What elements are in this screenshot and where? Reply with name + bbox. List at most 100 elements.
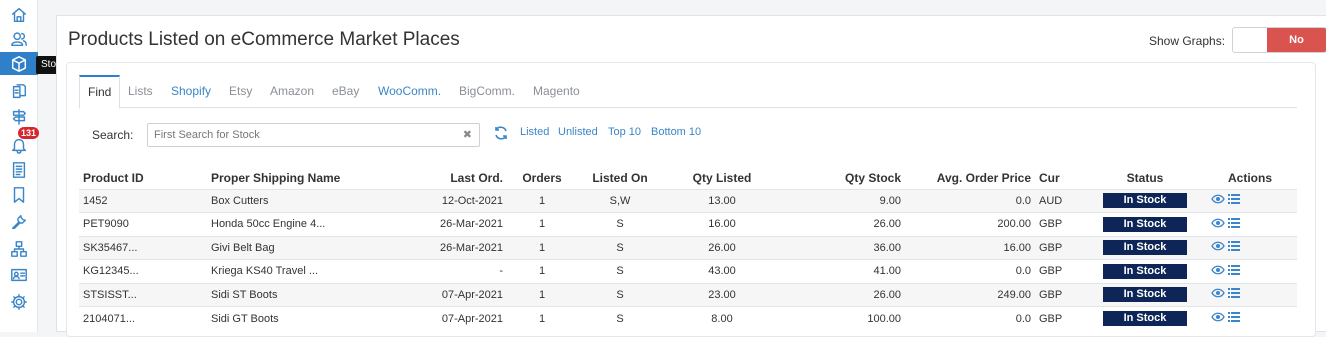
column-header[interactable]: Status (1087, 167, 1203, 189)
cell-actions (1203, 188, 1297, 213)
tab-ebay[interactable]: eBay (324, 75, 367, 108)
tab-find[interactable]: Find (79, 75, 121, 109)
cell-cur: GBP (1035, 306, 1087, 330)
cell-orders: 1 (507, 188, 577, 213)
table-row[interactable]: PET9090 Honda 50cc Engine 4... 26-Mar-2021… (79, 212, 1297, 236)
cell-id: 1452 (79, 188, 207, 213)
view-eye-icon[interactable] (1211, 311, 1225, 323)
search-box: ✖ (147, 123, 480, 147)
tab-magento[interactable]: Magento (525, 75, 588, 108)
column-header[interactable]: Listed On (577, 167, 663, 189)
tab-shopify[interactable]: Shopify (163, 75, 219, 108)
wrench-icon[interactable] (0, 210, 38, 233)
cell-orders: 1 (507, 306, 577, 330)
cell-qty-listed: 8.00 (663, 306, 781, 330)
cell-last: 26-Mar-2021 (391, 212, 507, 236)
cell-actions (1203, 282, 1297, 307)
view-eye-icon[interactable] (1211, 287, 1225, 299)
clear-search-icon[interactable]: ✖ (463, 128, 472, 141)
signpost-icon[interactable] (0, 105, 38, 128)
list-details-icon[interactable] (1227, 311, 1241, 323)
column-header[interactable]: Last Ord. (391, 167, 507, 189)
cell-qty-stock: 9.00 (781, 188, 905, 213)
status-badge: In Stock (1103, 287, 1187, 303)
cell-cur: GBP (1035, 259, 1087, 283)
cell-id: KG12345... (79, 259, 207, 283)
list-details-icon[interactable] (1227, 193, 1241, 205)
cell-qty-listed: 23.00 (663, 282, 781, 307)
filter-listed-link[interactable]: Listed (520, 126, 549, 138)
cell-listed-on: S (577, 306, 663, 330)
cell-qty-listed: 43.00 (663, 259, 781, 283)
status-badge: In Stock (1103, 311, 1187, 326)
column-header[interactable]: Qty Stock (781, 167, 905, 189)
cell-actions (1203, 212, 1297, 236)
column-header[interactable]: Qty Listed (663, 167, 781, 189)
refresh-icon[interactable] (493, 125, 509, 141)
notifications-bell-icon[interactable]: 131 (0, 127, 40, 156)
cell-qty-listed: 13.00 (663, 188, 781, 213)
cell-status: In Stock (1087, 259, 1203, 283)
filter-bottom-10-link[interactable]: Bottom 10 (651, 126, 701, 138)
tab-woocommerce[interactable]: WooComm. (370, 75, 449, 108)
documents-icon[interactable] (0, 80, 38, 103)
column-header[interactable]: Orders (507, 167, 577, 189)
show-graphs-toggle[interactable]: No (1232, 27, 1326, 53)
filter-unlisted-link[interactable]: Unlisted (558, 126, 598, 138)
tab-bigcommerce[interactable]: BigComm. (451, 75, 523, 108)
column-header[interactable]: Avg. Order Price (905, 167, 1035, 189)
home-icon[interactable] (0, 3, 38, 26)
stock-box-icon[interactable] (0, 52, 38, 75)
cell-avg: 0.0 (905, 306, 1035, 330)
sitemap-icon[interactable] (0, 237, 38, 260)
view-eye-icon[interactable] (1211, 193, 1225, 205)
table-row[interactable]: 1452 Box Cutters 12-Oct-2021 1 S,W 13.00 9.00 0… (79, 188, 1297, 213)
cell-status: In Stock (1087, 235, 1203, 260)
cell-last: 07-Apr-2021 (391, 306, 507, 330)
customers-icon[interactable] (0, 27, 38, 50)
column-header[interactable]: Product ID (79, 167, 207, 189)
cell-last: - (391, 259, 507, 283)
cell-cur: GBP (1035, 212, 1087, 236)
cell-name: Kriega KS40 Travel ... (207, 259, 391, 283)
cell-cur: AUD (1035, 188, 1087, 213)
table-row[interactable]: SK35467... Givi Belt Bag 26-Mar-2021 1 S 26.0… (79, 235, 1297, 260)
cell-id: PET9090 (79, 212, 207, 236)
list-details-icon[interactable] (1227, 287, 1241, 299)
cell-avg: 16.00 (905, 235, 1035, 260)
view-eye-icon[interactable] (1211, 217, 1225, 229)
cell-qty-stock: 26.00 (781, 212, 905, 236)
settings-gear-icon[interactable] (0, 290, 38, 313)
show-graphs-toggle-value: No (1267, 28, 1326, 52)
bookmark-icon[interactable] (0, 183, 38, 206)
column-header[interactable]: Proper Shipping Name (207, 167, 391, 189)
tab-etsy[interactable]: Etsy (221, 75, 260, 108)
view-eye-icon[interactable] (1211, 240, 1225, 252)
search-input[interactable] (148, 124, 448, 146)
list-details-icon[interactable] (1227, 264, 1241, 276)
view-eye-icon[interactable] (1211, 264, 1225, 276)
cell-actions (1203, 306, 1297, 330)
table-row[interactable]: STSISST... Sidi ST Boots 07-Apr-2021 1 S 23.0… (79, 282, 1297, 307)
left-sidebar: Stock 131 (0, 0, 72, 332)
main-panel: Products Listed on eCommerce Market Plac… (56, 15, 1326, 337)
list-details-icon[interactable] (1227, 240, 1241, 252)
cell-actions (1203, 235, 1297, 260)
tab-lists[interactable]: Lists (120, 75, 161, 108)
list-details-icon[interactable] (1227, 217, 1241, 229)
cell-listed-on: S (577, 212, 663, 236)
cell-name: Sidi GT Boots (207, 306, 391, 330)
table-row[interactable]: KG12345... Kriega KS40 Travel ... -1 S 43.00… (79, 259, 1297, 283)
contact-card-icon[interactable] (0, 263, 38, 286)
cell-orders: 1 (507, 212, 577, 236)
show-graphs-label: Show Graphs: (1149, 34, 1226, 48)
orders-list-icon[interactable] (0, 158, 38, 181)
search-label: Search: (92, 128, 134, 142)
column-header[interactable]: Cur (1035, 167, 1087, 189)
table-row[interactable]: 2104071... Sidi GT Boots 07-Apr-2021 1 S 8.00… (79, 306, 1297, 330)
tab-amazon[interactable]: Amazon (262, 75, 322, 108)
filter-top-10-link[interactable]: Top 10 (608, 126, 641, 138)
page-title: Products Listed on eCommerce Market Plac… (68, 29, 460, 50)
cell-avg: 0.0 (905, 259, 1035, 283)
cell-orders: 1 (507, 259, 577, 283)
